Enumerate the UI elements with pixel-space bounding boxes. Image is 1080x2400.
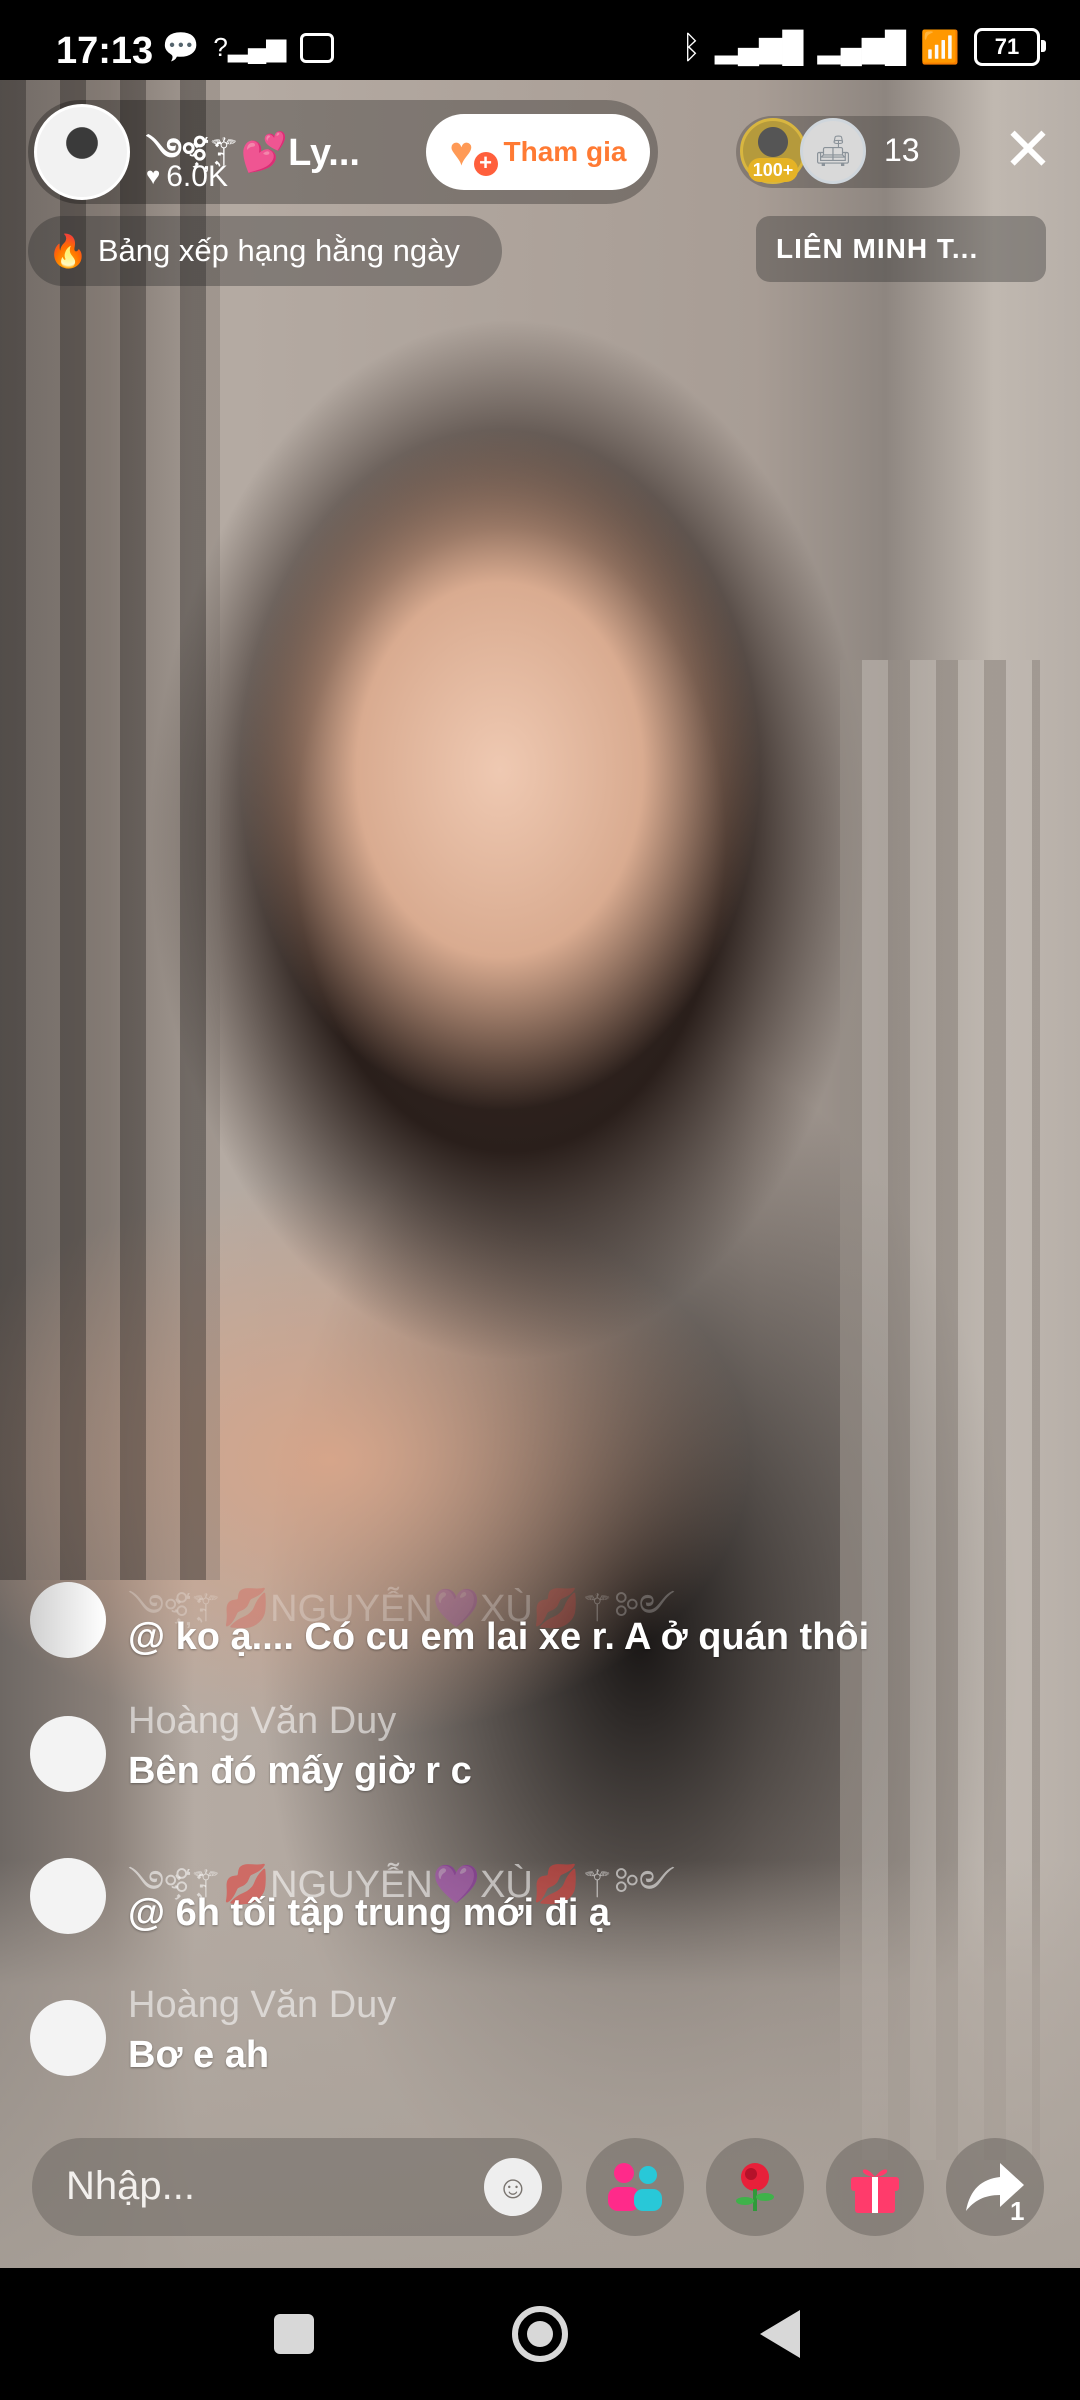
host-avatar[interactable] — [34, 104, 130, 200]
wifi-icon: 📶 — [920, 29, 960, 65]
heart-plus-icon: ♥ + — [450, 132, 498, 176]
comment-item[interactable]: ༺҉⚚💋NGUYỄN💜XÙ💋⚚༻ @ 6h tối tập trung mới … — [30, 1842, 1010, 1962]
close-icon[interactable]: ✕ — [996, 120, 1060, 184]
commenter-avatar[interactable] — [30, 1858, 106, 1934]
gift-button[interactable] — [826, 2138, 924, 2236]
comment-input-placeholder[interactable]: Nhập... — [66, 2164, 195, 2209]
signal-icon: ▂▄▆█ — [714, 30, 804, 64]
comment-item[interactable]: ༺҉⚚💋NGUYỄN💜XÙ💋⚚༻ @ ko ạ.... Có cu em lai… — [30, 1566, 1010, 1686]
background-curtain — [0, 80, 220, 1580]
commenter-avatar[interactable] — [30, 1582, 106, 1658]
rose-gift-button[interactable] — [706, 2138, 804, 2236]
join-label: Tham gia — [503, 136, 627, 167]
likes-count: 6.0K — [166, 160, 228, 193]
viewer-avatar-sofa-icon[interactable]: 🛋 — [800, 118, 866, 184]
share-count: 1 — [1010, 2196, 1025, 2226]
comment-text: Bên đó mấy giờ r c — [128, 1750, 472, 1792]
no-signal-icon: ?▂▄▆ — [213, 32, 287, 62]
home-icon[interactable] — [512, 2306, 568, 2362]
comment-text: @ ko ạ.... Có cu em lai xe r. A ở quán t… — [128, 1616, 870, 1658]
top-viewer-badge: 100+ — [748, 158, 798, 182]
signal-icon-2: ▂▄▆█ — [817, 30, 907, 64]
comment-item[interactable]: Hoàng Văn Duy Bơ e ah — [30, 1984, 1010, 2104]
emoji-icon[interactable]: ☺ — [484, 2158, 542, 2216]
ranking-label: Bảng xếp hạng hằng ngày — [97, 233, 460, 268]
guest-invite-button[interactable] — [586, 2138, 684, 2236]
chat-bubble-icon: 💬 — [162, 31, 200, 64]
commenter-name: Hoàng Văn Duy — [128, 1984, 397, 2026]
commenter-name: Hoàng Văn Duy — [128, 1700, 397, 1742]
share-button[interactable] — [946, 2138, 1044, 2236]
gift-icon — [851, 2169, 899, 2213]
battery-icon: 71 — [974, 28, 1046, 66]
heart-icon: ♥ — [146, 163, 161, 190]
comment-text: @ 6h tối tập trung mới đi ạ — [128, 1892, 611, 1934]
comment-item[interactable]: Hoàng Văn Duy Bên đó mấy giờ r c — [30, 1700, 1010, 1820]
rose-icon — [736, 2163, 774, 2211]
bluetooth-icon: ᛒ — [681, 28, 701, 65]
people-icon — [608, 2163, 662, 2211]
app-icon — [300, 32, 335, 63]
alliance-button[interactable]: LIÊN MINH T... — [756, 216, 1046, 282]
alliance-label: LIÊN MINH T... — [776, 233, 979, 264]
status-time: 17:13 — [56, 30, 154, 72]
fire-icon: 🔥 — [48, 233, 88, 269]
daily-ranking-button[interactable]: 🔥 Bảng xếp hạng hằng ngày — [28, 216, 502, 286]
comment-text: Bơ e ah — [128, 2034, 270, 2076]
status-bar: 17:13 💬 ?▂▄▆ ᛒ ▂▄▆█ ▂▄▆█ 📶 71 — [0, 0, 1080, 80]
join-button[interactable]: ♥ + Tham gia — [426, 114, 650, 190]
back-icon[interactable] — [760, 2310, 800, 2358]
viewer-count[interactable]: 13 — [884, 132, 920, 169]
recent-apps-icon[interactable] — [274, 2314, 314, 2354]
host-likes: ♥ 6.0K — [146, 160, 228, 194]
commenter-avatar[interactable] — [30, 1716, 106, 1792]
commenter-avatar[interactable] — [30, 2000, 106, 2076]
